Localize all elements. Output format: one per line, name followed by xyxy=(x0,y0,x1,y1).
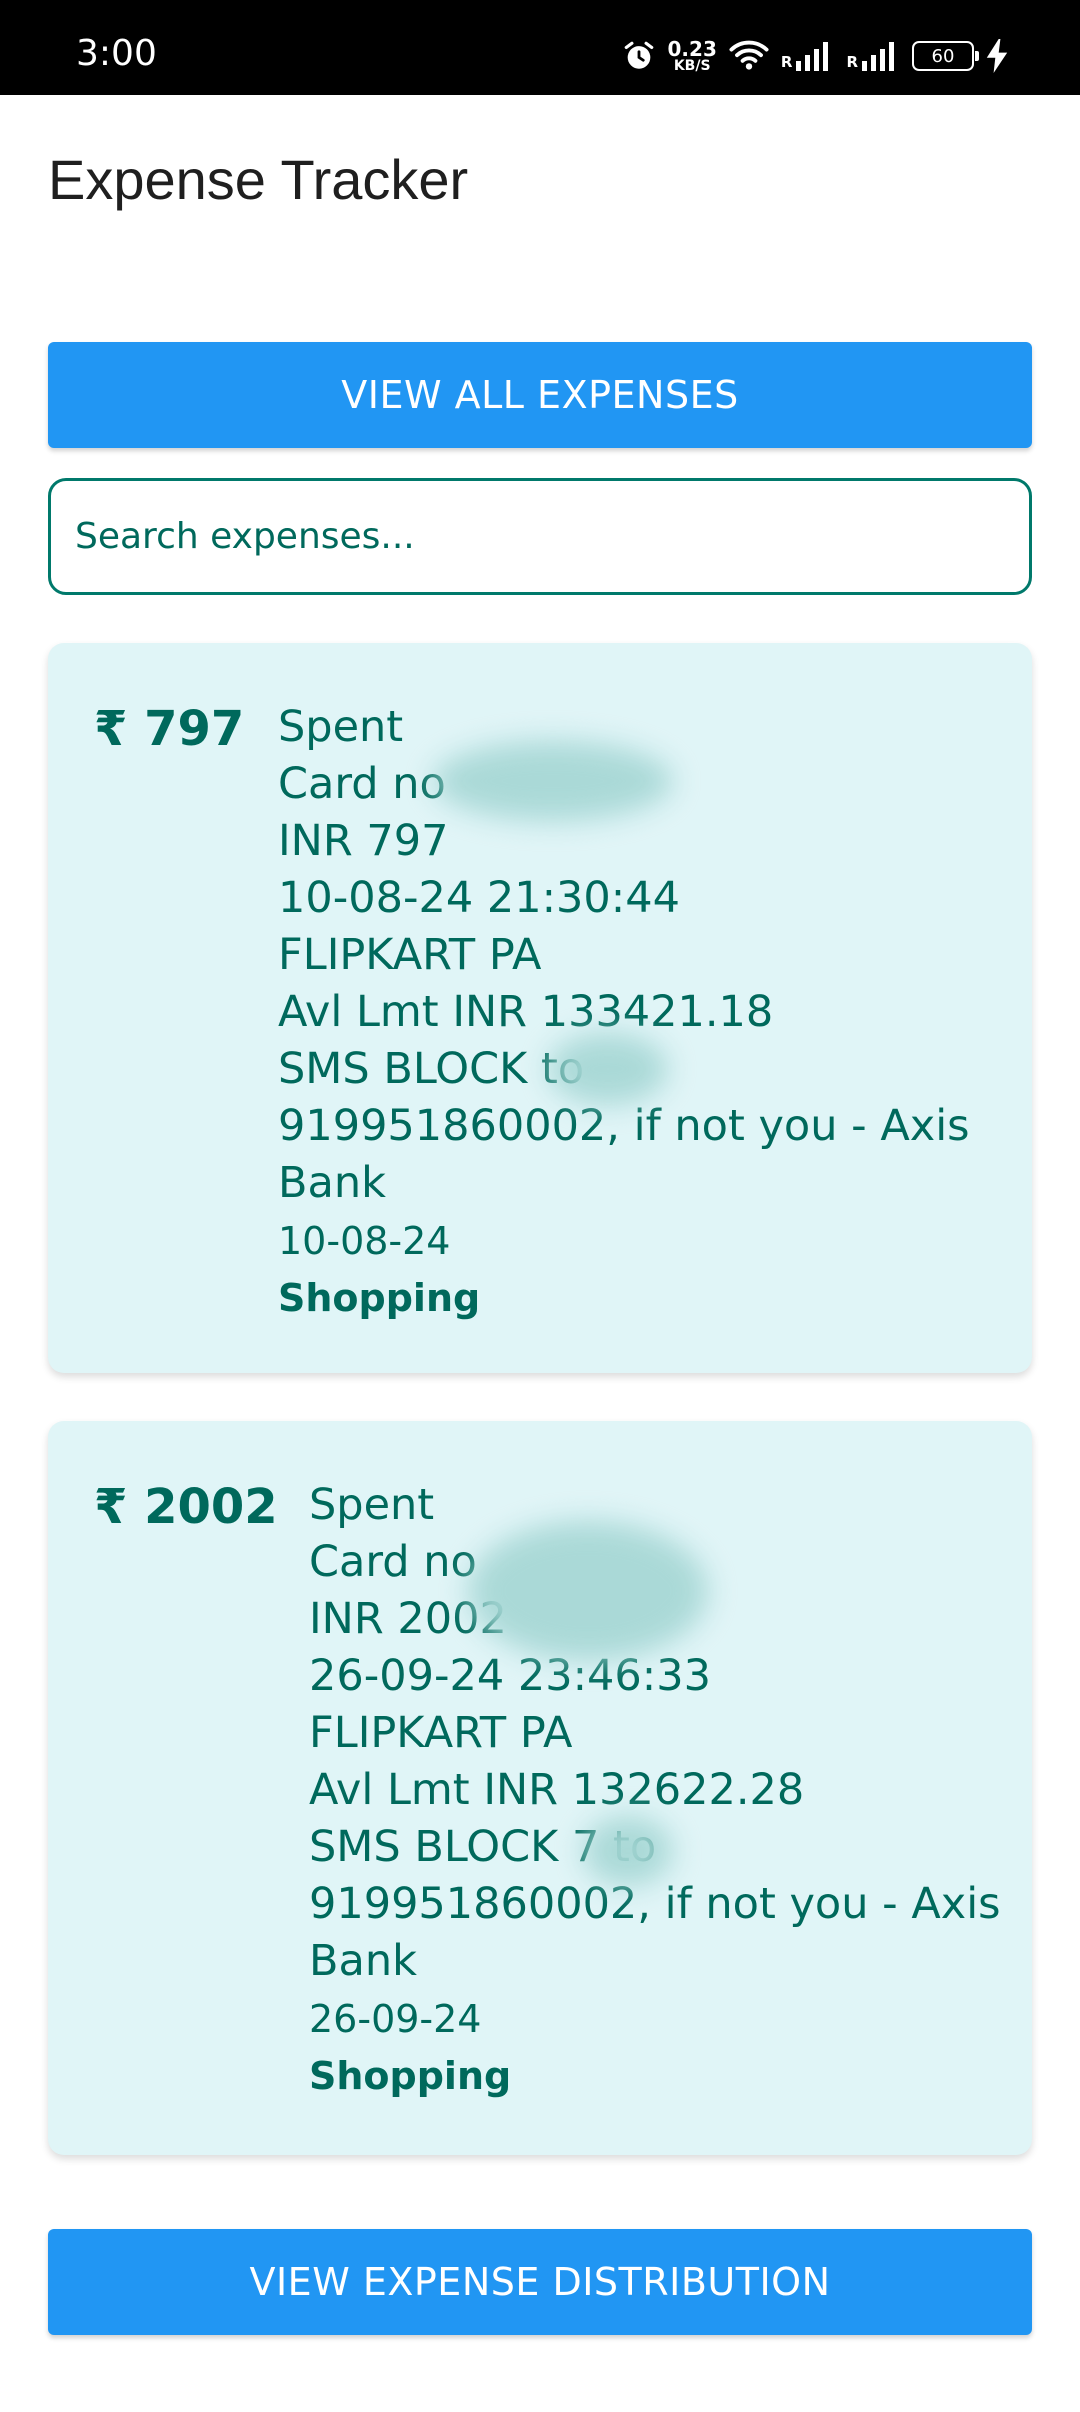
redaction-blur xyxy=(583,1816,673,1886)
status-bar: 3:00 0.23 KB/S R R 60 xyxy=(0,0,1080,95)
network-speed-value: 0.23 xyxy=(667,37,717,61)
expense-amount: ₹ 797 xyxy=(94,701,245,757)
expense-category: Shopping xyxy=(309,2054,512,2098)
signal-1: R xyxy=(781,41,835,71)
expense-date: 10-08-24 xyxy=(278,1219,451,1263)
search-input[interactable] xyxy=(73,515,1007,558)
expense-card[interactable]: ₹ 2002 Spent Card no INR 2002 26-09-24 2… xyxy=(48,1421,1032,2155)
network-speed-unit: KB/S xyxy=(673,58,711,74)
signal-2: R xyxy=(846,41,900,71)
view-expense-distribution-button[interactable]: VIEW EXPENSE DISTRIBUTION xyxy=(48,2229,1032,2335)
main-content: VIEW ALL EXPENSES ₹ 797 Spent Card no IN… xyxy=(0,265,1080,2412)
signal-2-label: R xyxy=(846,53,858,71)
signal-1-label: R xyxy=(780,53,793,71)
expense-card[interactable]: ₹ 797 Spent Card no INR 797 10-08-24 21:… xyxy=(48,643,1032,1373)
battery-level: 60 xyxy=(931,45,955,67)
charging-icon xyxy=(986,39,1008,73)
expense-category: Shopping xyxy=(278,1276,481,1320)
redaction-blur xyxy=(433,741,673,821)
redaction-blur xyxy=(548,1033,668,1105)
redaction-blur xyxy=(468,1521,708,1661)
page-title: Expense Tracker xyxy=(48,148,469,211)
view-all-expenses-button[interactable]: VIEW ALL EXPENSES xyxy=(48,342,1032,448)
app-bar: Expense Tracker xyxy=(0,95,1080,265)
signal-icon xyxy=(862,42,894,71)
status-time: 3:00 xyxy=(76,33,157,74)
status-icons: 0.23 KB/S R R 60 xyxy=(622,36,1008,76)
alarm-icon xyxy=(624,41,653,69)
battery-icon: 60 xyxy=(912,41,979,71)
wifi-icon xyxy=(729,40,769,70)
network-speed: 0.23 KB/S xyxy=(668,39,717,73)
expense-amount: ₹ 2002 xyxy=(94,1479,278,1535)
expense-date: 26-09-24 xyxy=(309,1997,482,2041)
signal-icon xyxy=(796,42,829,71)
search-box[interactable] xyxy=(48,478,1032,595)
